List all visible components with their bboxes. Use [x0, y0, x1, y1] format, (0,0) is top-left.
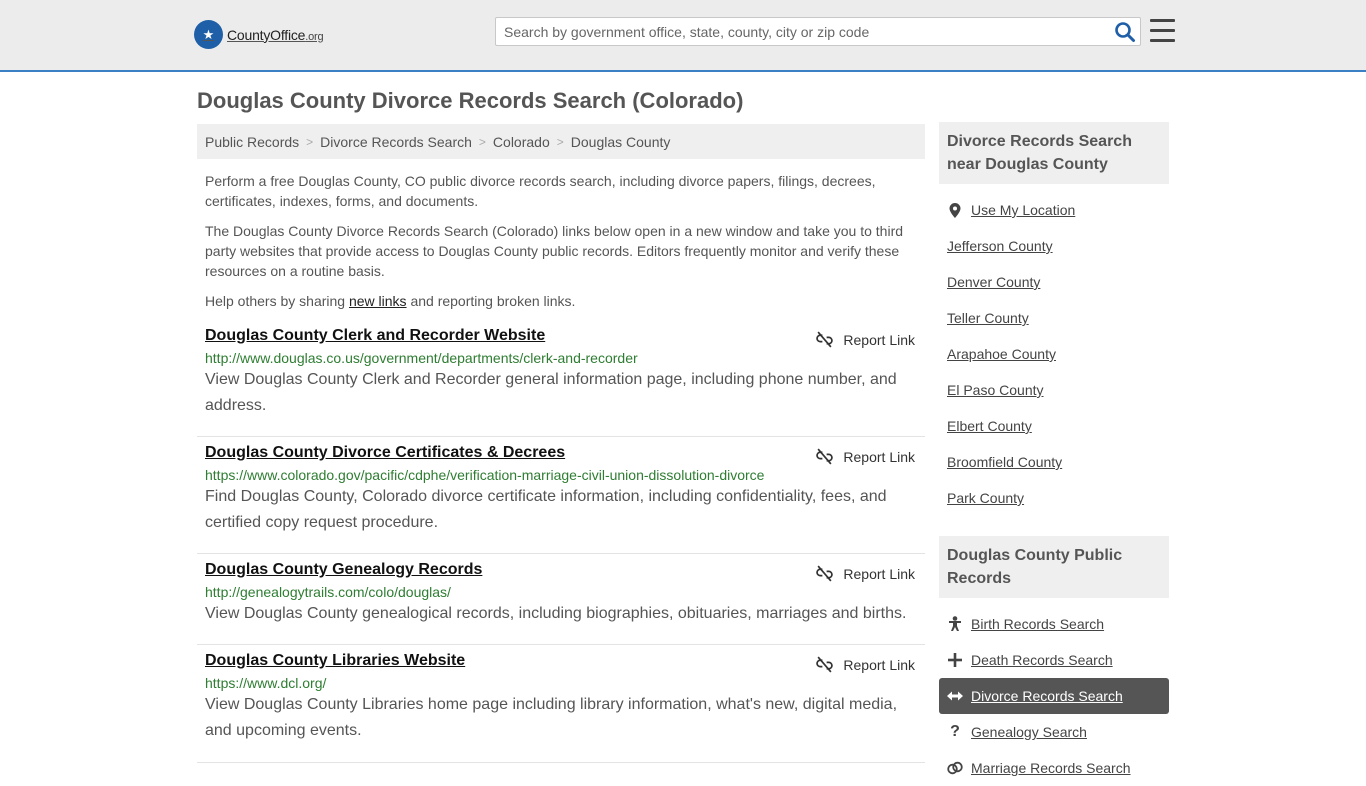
nearby-county-item[interactable]: El Paso County — [939, 372, 1169, 408]
page-title: Douglas County Divorce Records Search (C… — [197, 88, 744, 113]
nearby-county-item[interactable]: Broomfield County — [939, 444, 1169, 480]
broken-link-icon — [816, 656, 834, 673]
nearby-counties-list: Use My Location Jefferson County Denver … — [939, 184, 1169, 516]
search-button[interactable] — [1114, 21, 1136, 43]
result-description: Find Douglas County, Colorado divorce ce… — [205, 488, 887, 531]
new-links-link[interactable]: new links — [349, 293, 407, 309]
nearby-county-link[interactable]: Park County — [947, 490, 1024, 506]
breadcrumb: Public Records > Divorce Records Search … — [197, 124, 925, 159]
result-url: http://genealogytrails.com/colo/douglas/ — [205, 584, 451, 600]
result-description: View Douglas County Clerk and Recorder g… — [205, 371, 897, 414]
intro-text: Perform a free Douglas County, CO public… — [205, 171, 917, 321]
nearby-county-item[interactable]: Jefferson County — [939, 228, 1169, 264]
intro-paragraph-3: Help others by sharing new links and rep… — [205, 291, 917, 311]
intro-paragraph-2: The Douglas County Divorce Records Searc… — [205, 223, 904, 279]
breadcrumb-colorado[interactable]: Colorado — [493, 134, 550, 150]
public-record-link[interactable]: Genealogy Search — [971, 724, 1087, 740]
chevron-right-icon: > — [556, 134, 564, 149]
breadcrumb-douglas-county[interactable]: Douglas County — [571, 134, 671, 150]
report-link-button[interactable]: Report Link — [816, 448, 915, 465]
sidebar: Divorce Records Search near Douglas Coun… — [939, 122, 1169, 786]
result-title-link[interactable]: Douglas County Genealogy Records — [205, 561, 482, 579]
result-url: https://www.dcl.org/ — [205, 675, 327, 691]
logo-text: CountyOffice.org — [227, 26, 324, 43]
broken-link-icon — [816, 331, 834, 348]
nearby-county-link[interactable]: Broomfield County — [947, 454, 1062, 470]
use-my-location-link[interactable]: Use My Location — [971, 202, 1075, 218]
broken-link-icon — [816, 448, 834, 465]
nearby-county-link[interactable]: Denver County — [947, 274, 1040, 290]
search-box — [495, 17, 1141, 46]
map-pin-icon — [947, 202, 963, 218]
results-list: Douglas County Clerk and Recorder Websit… — [197, 327, 925, 763]
logo-tld: .org — [305, 30, 324, 43]
public-record-item[interactable]: Birth Records Search — [939, 606, 1169, 642]
report-link-label: Report Link — [843, 656, 915, 673]
site-logo[interactable]: ★ CountyOffice.org — [194, 20, 324, 49]
logo-name: CountyOffice — [227, 26, 306, 43]
nearby-county-link[interactable]: Arapahoe County — [947, 346, 1056, 362]
public-record-item[interactable]: Death Records Search — [939, 642, 1169, 678]
report-link-button[interactable]: Report Link — [816, 565, 915, 582]
result-item: Douglas County Libraries Website Report … — [197, 645, 925, 763]
cross-icon — [947, 653, 963, 667]
breadcrumb-public-records[interactable]: Public Records — [205, 134, 299, 150]
result-description: View Douglas County genealogical records… — [205, 605, 907, 622]
report-link-button[interactable]: Report Link — [816, 656, 915, 673]
logo-eagle-icon: ★ — [194, 20, 223, 49]
intro-help-text: Help others by sharing — [205, 293, 349, 309]
search-input[interactable] — [496, 18, 1106, 45]
intro-help-text-end: and reporting broken links. — [406, 293, 576, 309]
result-url: http://www.douglas.co.us/government/depa… — [205, 350, 638, 366]
report-link-label: Report Link — [843, 448, 915, 465]
baby-icon — [947, 616, 963, 632]
result-item: Douglas County Genealogy Records Report … — [197, 554, 925, 645]
public-records-heading: Douglas County Public Records — [939, 536, 1169, 598]
chevron-right-icon: > — [306, 134, 314, 149]
report-link-button[interactable]: Report Link — [816, 331, 915, 348]
public-record-item[interactable]: Marriage Records Search — [939, 750, 1169, 786]
public-record-link[interactable]: Death Records Search — [971, 652, 1113, 668]
result-description: View Douglas County Libraries home page … — [205, 696, 898, 739]
public-record-link[interactable]: Birth Records Search — [971, 616, 1104, 632]
public-record-link[interactable]: Marriage Records Search — [971, 760, 1131, 776]
nearby-county-link[interactable]: Elbert County — [947, 418, 1032, 434]
result-url: https://www.colorado.gov/pacific/cdphe/v… — [205, 467, 765, 483]
search-icon — [1115, 22, 1135, 42]
use-my-location-item[interactable]: Use My Location — [939, 192, 1169, 228]
nearby-heading: Divorce Records Search near Douglas Coun… — [939, 122, 1169, 184]
intro-paragraph-1: Perform a free Douglas County, CO public… — [205, 173, 876, 209]
public-record-item[interactable]: ? Genealogy Search — [939, 714, 1169, 750]
chevron-right-icon: > — [478, 134, 486, 149]
nearby-county-item[interactable]: Elbert County — [939, 408, 1169, 444]
result-title-link[interactable]: Douglas County Clerk and Recorder Websit… — [205, 327, 545, 345]
arrows-horizontal-icon — [947, 690, 963, 702]
nearby-county-item[interactable]: Denver County — [939, 264, 1169, 300]
result-title-link[interactable]: Douglas County Divorce Certificates & De… — [205, 444, 565, 462]
nearby-county-link[interactable]: El Paso County — [947, 382, 1044, 398]
nearby-county-link[interactable]: Teller County — [947, 310, 1029, 326]
report-link-label: Report Link — [843, 331, 915, 348]
site-header: ★ CountyOffice.org — [0, 0, 1366, 72]
public-record-link[interactable]: Divorce Records Search — [971, 688, 1123, 704]
public-record-item-active[interactable]: Divorce Records Search — [939, 678, 1169, 714]
result-item: Douglas County Clerk and Recorder Websit… — [197, 327, 925, 437]
nearby-county-item[interactable]: Arapahoe County — [939, 336, 1169, 372]
rings-icon — [947, 761, 963, 775]
question-icon: ? — [950, 723, 960, 740]
public-records-list: Birth Records Search Death Records Searc… — [939, 598, 1169, 786]
nearby-county-item[interactable]: Park County — [939, 480, 1169, 516]
hamburger-menu-icon[interactable] — [1150, 19, 1175, 42]
broken-link-icon — [816, 565, 834, 582]
result-title-link[interactable]: Douglas County Libraries Website — [205, 652, 465, 670]
breadcrumb-divorce-records[interactable]: Divorce Records Search — [320, 134, 472, 150]
nearby-county-item[interactable]: Teller County — [939, 300, 1169, 336]
nearby-county-link[interactable]: Jefferson County — [947, 238, 1053, 254]
result-item: Douglas County Divorce Certificates & De… — [197, 437, 925, 554]
report-link-label: Report Link — [843, 565, 915, 582]
